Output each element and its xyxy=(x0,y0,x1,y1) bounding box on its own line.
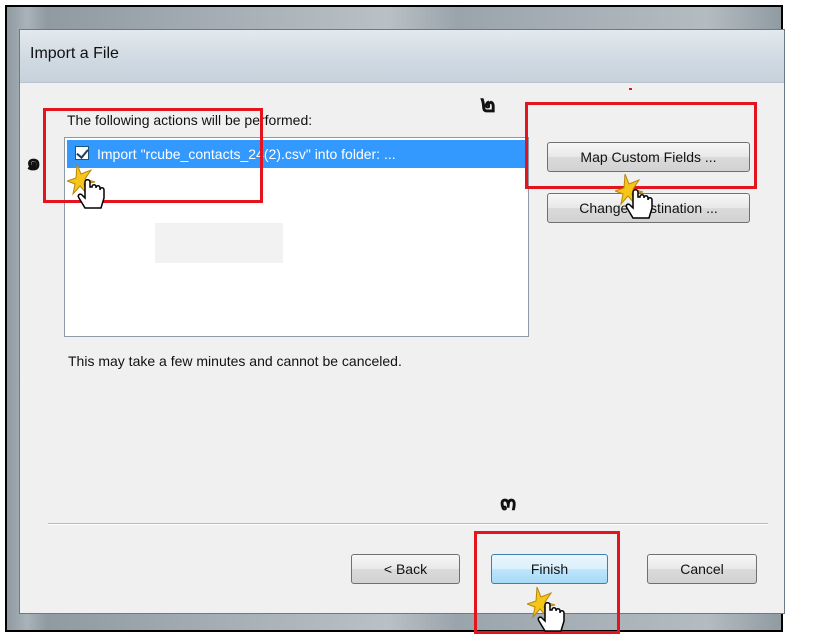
step-number-3: ๓ xyxy=(500,488,517,516)
hand-cursor-icon xyxy=(615,173,653,219)
step-number-1: ๑ xyxy=(26,148,42,176)
step-number-2: ๒ xyxy=(480,90,496,118)
screenshot-frame: Import a File The following actions will… xyxy=(5,5,785,634)
hand-cursor-icon xyxy=(67,163,105,209)
title-bar: Import a File xyxy=(20,30,784,83)
redaction-block xyxy=(155,223,283,263)
hand-cursor-icon xyxy=(527,586,565,632)
info-note: This may take a few minutes and cannot b… xyxy=(68,353,402,369)
red-dot-mark xyxy=(629,88,632,90)
back-button[interactable]: < Back xyxy=(351,554,460,584)
window-title: Import a File xyxy=(30,45,119,62)
divider xyxy=(48,523,768,525)
cancel-button[interactable]: Cancel xyxy=(647,554,757,584)
